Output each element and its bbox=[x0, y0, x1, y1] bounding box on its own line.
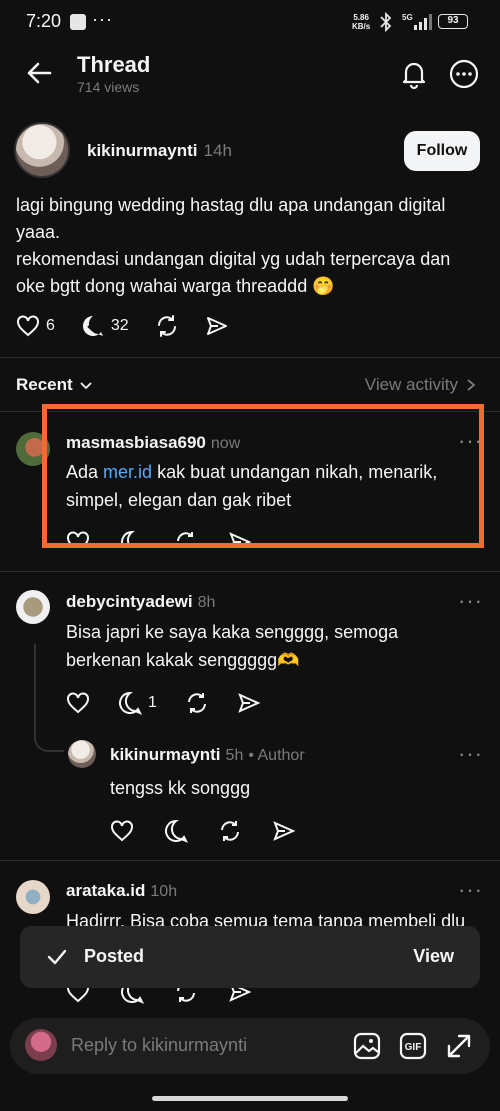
heart-icon[interactable] bbox=[110, 819, 134, 843]
page-title: Thread bbox=[77, 52, 151, 77]
post-author-avatar[interactable] bbox=[14, 122, 70, 178]
more-options-icon[interactable] bbox=[448, 58, 480, 90]
image-icon[interactable] bbox=[352, 1031, 382, 1061]
reply-avatar[interactable] bbox=[16, 880, 50, 914]
repost-icon[interactable] bbox=[218, 819, 242, 843]
post-actions: 6 32 bbox=[16, 314, 229, 338]
reply-username[interactable]: kikinurmaynti bbox=[110, 745, 221, 764]
expand-icon[interactable] bbox=[444, 1031, 474, 1061]
post-username[interactable]: kikinurmaynti bbox=[87, 141, 198, 160]
check-icon bbox=[47, 949, 67, 965]
battery-indicator: 93 bbox=[438, 14, 468, 29]
comment-icon[interactable] bbox=[164, 819, 188, 843]
highlight-box bbox=[42, 404, 484, 548]
post-text: lagi bingung wedding hastag dlu apa unda… bbox=[16, 195, 451, 296]
reply-header: arataka.id 10h bbox=[66, 881, 177, 901]
reply-time: 5h bbox=[225, 747, 244, 764]
toast-message: Posted bbox=[84, 946, 145, 966]
reply-avatar[interactable] bbox=[68, 740, 96, 768]
thread-connector bbox=[34, 720, 64, 752]
reply-avatar[interactable] bbox=[16, 590, 50, 624]
svg-text:GIF: GIF bbox=[405, 1042, 422, 1053]
status-bar: 7:20 ··· 5.86 KB/s 5G 93 bbox=[0, 0, 500, 44]
svg-text:5G: 5G bbox=[402, 13, 413, 22]
comment-icon bbox=[119, 691, 142, 715]
share-icon[interactable] bbox=[205, 314, 229, 338]
gif-icon[interactable]: GIF bbox=[398, 1031, 428, 1061]
signal-icon: 5G bbox=[402, 13, 432, 30]
toast-view-button[interactable]: View bbox=[413, 946, 454, 967]
reply-input[interactable]: Reply to kikinurmaynti bbox=[71, 1035, 247, 1056]
notification-icon bbox=[70, 14, 86, 30]
view-count: 714 views bbox=[77, 79, 140, 95]
reply-actions bbox=[110, 819, 296, 843]
replies-button[interactable]: 1 bbox=[118, 691, 157, 715]
reply-text: Bisa japri ke saya kaka sengggg, semoga … bbox=[66, 622, 399, 670]
home-indicator bbox=[152, 1096, 348, 1101]
reply-header: kikinurmaynti 5h • Author bbox=[110, 745, 305, 765]
divider bbox=[0, 357, 500, 358]
view-activity-link[interactable]: View activity bbox=[365, 375, 476, 395]
divider bbox=[0, 571, 500, 572]
share-icon[interactable] bbox=[272, 819, 296, 843]
post-time: 14h bbox=[203, 141, 232, 160]
reply-more-icon[interactable]: ··· bbox=[458, 877, 483, 903]
heart-icon bbox=[17, 315, 39, 337]
author-badge: • Author bbox=[248, 747, 305, 764]
network-speed: 5.86 KB/s bbox=[352, 13, 371, 31]
reply-username[interactable]: arataka.id bbox=[66, 881, 145, 900]
divider bbox=[0, 860, 500, 861]
repost-icon[interactable] bbox=[185, 691, 209, 715]
reply-composer[interactable]: Reply to kikinurmaynti GIF bbox=[10, 1018, 490, 1074]
thread-line bbox=[34, 644, 36, 722]
reply-time: 8h bbox=[197, 594, 216, 611]
reply-time: 10h bbox=[150, 883, 178, 900]
post-author[interactable]: kikinurmaynti 14h bbox=[87, 141, 232, 161]
sort-label: Recent bbox=[16, 375, 73, 394]
repost-icon[interactable] bbox=[155, 314, 179, 338]
chevron-down-icon bbox=[80, 382, 92, 390]
posted-toast: Posted View bbox=[20, 926, 480, 988]
sort-dropdown[interactable]: Recent bbox=[16, 375, 93, 395]
reply-count: 32 bbox=[110, 317, 129, 334]
like-count: 6 bbox=[46, 317, 55, 334]
reply-more-icon[interactable]: ··· bbox=[458, 741, 483, 767]
chevron-right-icon bbox=[467, 379, 476, 391]
back-arrow-icon[interactable] bbox=[24, 58, 54, 88]
heart-icon[interactable] bbox=[66, 691, 90, 715]
reply-username[interactable]: debycintyadewi bbox=[66, 592, 193, 611]
reply-more-icon[interactable]: ··· bbox=[458, 588, 483, 614]
share-icon[interactable] bbox=[237, 691, 261, 715]
follow-button[interactable]: Follow bbox=[404, 131, 480, 171]
more-notifications-icon: ··· bbox=[92, 9, 113, 29]
reply-actions: 1 bbox=[66, 691, 261, 715]
reply-text: tengss kk songgg bbox=[110, 778, 251, 798]
replies-button[interactable]: 32 bbox=[81, 314, 129, 338]
reply-count: 1 bbox=[148, 694, 157, 711]
bluetooth-icon bbox=[380, 12, 392, 32]
reply-header: debycintyadewi 8h bbox=[66, 592, 215, 612]
status-time: 7:20 bbox=[26, 11, 62, 31]
bell-icon[interactable] bbox=[398, 58, 430, 90]
view-activity-label: View activity bbox=[364, 375, 458, 394]
comment-check-icon bbox=[82, 316, 103, 336]
like-button[interactable]: 6 bbox=[16, 314, 55, 338]
composer-avatar bbox=[25, 1029, 57, 1061]
